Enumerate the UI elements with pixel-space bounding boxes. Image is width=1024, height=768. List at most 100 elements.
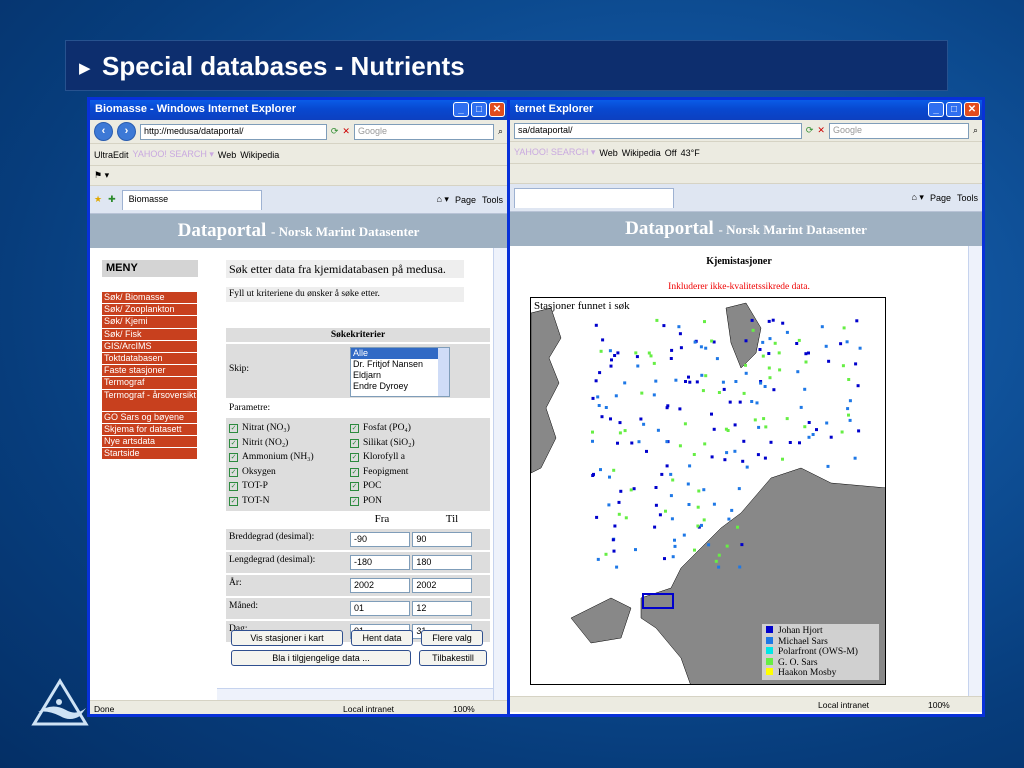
checkbox-icon[interactable]: ✓ [229, 453, 238, 462]
menu-item[interactable]: Startside [102, 448, 197, 461]
refresh-icon[interactable]: ⟳ [806, 125, 814, 136]
address-input[interactable]: sa/dataportal/ [514, 122, 802, 139]
tools-menu[interactable]: Tools [482, 195, 503, 205]
web-button[interactable]: Web [599, 148, 617, 158]
close-button[interactable]: ✕ [964, 102, 980, 117]
param-pon[interactable]: ✓ PON [350, 494, 487, 509]
weather-button[interactable]: 43°F [681, 148, 700, 158]
listbox-scrollbar[interactable] [438, 348, 449, 396]
checkbox-icon[interactable]: ✓ [350, 438, 359, 448]
minimize-button[interactable]: _ [928, 102, 944, 117]
vertical-scrollbar[interactable] [493, 248, 507, 700]
menu-item[interactable]: Søk/ Fisk [102, 328, 197, 341]
home-icon[interactable]: ⌂ ▾ [436, 194, 448, 205]
tools-menu[interactable]: Tools [957, 193, 978, 203]
tab-blank[interactable] [514, 187, 674, 208]
lon-to-input[interactable]: 180 [412, 555, 473, 570]
menu-item[interactable]: GO Sars og bøyene [102, 411, 197, 424]
checkbox-icon[interactable]: ✓ [229, 424, 238, 433]
more-options-button[interactable]: Flere valg [421, 630, 483, 646]
ship-option[interactable]: Alle [351, 348, 449, 359]
ultraedit-button[interactable]: UltraEdit [94, 150, 129, 160]
menu-item[interactable]: GIS/ArcIMS [102, 340, 197, 353]
param-oksygen[interactable]: ✓ Oksygen [229, 465, 344, 480]
checkbox-icon[interactable]: ✓ [350, 467, 359, 477]
zoom-label[interactable]: 100% [453, 704, 503, 714]
checkbox-icon[interactable]: ✓ [229, 467, 238, 477]
ship-listbox[interactable]: Alle Dr. Fritjof Nansen Eldjarn Endre Dy… [350, 347, 450, 397]
checkbox-icon[interactable]: ✓ [350, 453, 359, 462]
window-titlebar[interactable]: Biomasse - Windows Internet Explorer _ □ ✕ [90, 100, 507, 120]
param-nitrat[interactable]: ✓ Nitrat (NO₃) [229, 421, 344, 436]
param-totp[interactable]: ✓ TOT-P [229, 479, 344, 494]
search-icon[interactable]: ⌕ [498, 126, 503, 137]
lat-from-input[interactable]: -90 [350, 532, 410, 547]
param-silikat[interactable]: ✓ Silikat (SiO₂) [350, 436, 487, 451]
stop-icon[interactable]: ✕ [817, 125, 825, 136]
add-favorite-icon[interactable]: ✚ [108, 194, 116, 205]
maximize-button[interactable]: □ [471, 102, 487, 117]
forward-icon[interactable]: › [117, 122, 136, 141]
menu-item[interactable]: Termograf - årsoversikt [102, 389, 197, 412]
param-feopigment[interactable]: ✓ Feopigment [350, 465, 487, 480]
menu-item[interactable]: Søk/ Kjemi [102, 316, 197, 329]
ship-option[interactable]: Endre Dyroey [351, 381, 449, 392]
wikipedia-button[interactable]: Wikipedia [622, 148, 661, 158]
lat-to-input[interactable]: 90 [412, 532, 473, 547]
search-input[interactable]: Google [828, 122, 969, 139]
param-poc[interactable]: ✓ POC [350, 479, 487, 494]
param-klorofyll[interactable]: ✓ Klorofyll a [350, 450, 487, 465]
month-from-input[interactable]: 01 [350, 601, 410, 616]
menu-item[interactable]: Skjema for datasett [102, 423, 197, 436]
addon-icon[interactable]: ⚑ ▾ [94, 170, 109, 181]
checkbox-icon[interactable]: ✓ [229, 496, 238, 506]
vertical-scrollbar[interactable] [968, 246, 982, 696]
web-button[interactable]: Web [218, 150, 236, 160]
fetch-data-button[interactable]: Hent data [351, 630, 413, 646]
close-button[interactable]: ✕ [489, 102, 505, 117]
year-to-input[interactable]: 2002 [412, 578, 473, 593]
tab-biomasse[interactable]: Biomasse [121, 189, 262, 210]
favorites-star-icon[interactable]: ★ [94, 194, 102, 205]
menu-item[interactable]: Søk/ Biomasse [102, 292, 197, 305]
zoom-label[interactable]: 100% [928, 700, 978, 710]
checkbox-icon[interactable]: ✓ [350, 496, 359, 506]
window-titlebar[interactable]: ternet Explorer _ □ ✕ [510, 100, 982, 120]
menu-item[interactable]: Toktdatabasen [102, 352, 197, 366]
checkbox-icon[interactable]: ✓ [350, 482, 359, 491]
address-input[interactable]: http://medusa/dataportal/ [140, 123, 327, 140]
home-icon[interactable]: ⌂ ▾ [911, 192, 923, 203]
back-icon[interactable]: ‹ [94, 122, 113, 141]
off-button[interactable]: Off [665, 148, 677, 158]
horizontal-scrollbar[interactable] [217, 688, 493, 700]
menu-item[interactable]: Faste stasjoner [102, 365, 197, 378]
checkbox-icon[interactable]: ✓ [229, 482, 238, 491]
browse-data-button[interactable]: Bla i tilgjengelige data ... [231, 650, 411, 666]
year-from-input[interactable]: 2002 [350, 578, 410, 593]
lon-from-input[interactable]: -180 [350, 555, 410, 570]
page-menu[interactable]: Page [930, 193, 951, 203]
param-fosfat[interactable]: ✓ Fosfat (PO₄) [350, 421, 487, 436]
page-menu[interactable]: Page [455, 195, 476, 205]
menu-item[interactable]: Nye artsdata [102, 435, 197, 449]
wikipedia-button[interactable]: Wikipedia [240, 150, 279, 160]
refresh-icon[interactable]: ⟳ [331, 126, 339, 137]
menu-item[interactable]: Søk/ Zooplankton [102, 304, 197, 317]
param-ammonium[interactable]: ✓ Ammonium (NH₃) [229, 450, 344, 465]
search-icon[interactable]: ⌕ [973, 125, 978, 136]
show-stations-map-button[interactable]: Vis stasjoner i kart [231, 630, 343, 646]
checkbox-icon[interactable]: ✓ [350, 424, 359, 433]
param-totn[interactable]: ✓ TOT-N [229, 494, 344, 509]
menu-item[interactable]: Termograf [102, 377, 197, 390]
stop-icon[interactable]: ✕ [342, 126, 350, 137]
yahoo-search-box[interactable]: YAHOO! SEARCH ▾ [514, 147, 595, 158]
station-map[interactable]: Stasjoner funnet i søk Johan Hjort Micha… [530, 297, 886, 685]
yahoo-search-box[interactable]: YAHOO! SEARCH ▾ [133, 149, 214, 160]
month-to-input[interactable]: 12 [412, 601, 473, 616]
checkbox-icon[interactable]: ✓ [229, 438, 238, 448]
search-input[interactable]: Google [353, 123, 494, 140]
reset-button[interactable]: Tilbakestill [419, 650, 487, 666]
ship-option[interactable]: Dr. Fritjof Nansen [351, 359, 449, 370]
param-nitrit[interactable]: ✓ Nitrit (NO₂) [229, 436, 344, 451]
minimize-button[interactable]: _ [453, 102, 469, 117]
